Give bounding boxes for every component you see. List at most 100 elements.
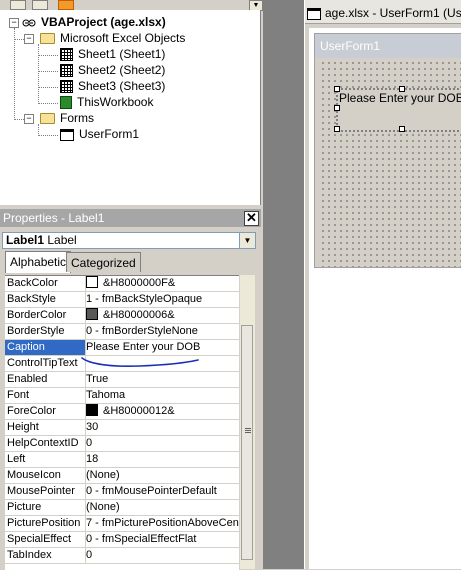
property-value-text: 0 - fmBorderStyleNone bbox=[86, 325, 198, 337]
property-row[interactable]: BackStyle 1 - fmBackStyleOpaque bbox=[5, 292, 239, 308]
property-value[interactable]: (None) bbox=[84, 468, 241, 483]
property-value[interactable]: 0 - fmBorderStyleNone bbox=[84, 324, 241, 339]
object-name: Label1 bbox=[6, 233, 45, 247]
property-value[interactable]: 7 - fmPicturePositionAboveCent bbox=[84, 516, 241, 531]
resize-handle[interactable] bbox=[399, 126, 405, 132]
property-value[interactable]: 0 bbox=[84, 548, 241, 563]
property-value-text: &H8000000F& bbox=[103, 277, 176, 289]
property-value[interactable]: &H80000006& bbox=[84, 308, 241, 323]
property-row[interactable]: Enabled True bbox=[5, 372, 239, 388]
userform-designer-window: age.xlsx - UserForm1 (Use UserForm1 Plea… bbox=[304, 0, 461, 569]
resize-handle[interactable] bbox=[334, 105, 340, 111]
property-name: MouseIcon bbox=[5, 468, 86, 483]
property-value[interactable]: Tahoma bbox=[84, 388, 241, 403]
property-value[interactable]: 30 bbox=[84, 420, 241, 435]
scroll-thumb[interactable] bbox=[241, 325, 253, 560]
collapse-icon[interactable]: − bbox=[24, 114, 34, 124]
worksheet-icon bbox=[60, 64, 73, 78]
collapse-icon[interactable]: − bbox=[24, 34, 34, 44]
color-swatch bbox=[86, 308, 98, 321]
project-explorer-tree: − VBAProject (age.xlsx) − Microsoft Exce… bbox=[0, 10, 261, 205]
property-name: BorderColor bbox=[5, 308, 86, 323]
property-name: Font bbox=[5, 388, 86, 403]
property-value[interactable]: (None) bbox=[84, 500, 241, 515]
resize-handle[interactable] bbox=[399, 86, 405, 92]
tree-item-thisworkbook[interactable]: ThisWorkbook bbox=[60, 94, 155, 110]
property-value-text: Tahoma bbox=[86, 389, 126, 401]
property-name: SpecialEffect bbox=[5, 532, 86, 547]
property-row[interactable]: Picture (None) bbox=[5, 500, 239, 516]
property-value-text: 0 bbox=[86, 437, 93, 449]
property-value-text: 30 bbox=[86, 421, 99, 433]
property-value[interactable]: 0 - fmSpecialEffectFlat bbox=[84, 532, 241, 547]
property-row[interactable]: BorderStyle 0 - fmBorderStyleNone bbox=[5, 324, 239, 340]
property-name: ControlTipText bbox=[5, 356, 86, 371]
toggle-folders-button[interactable] bbox=[58, 0, 74, 10]
property-value-text: 0 - fmSpecialEffectFlat bbox=[86, 533, 197, 545]
property-row[interactable]: Height 30 bbox=[5, 420, 239, 436]
view-object-button[interactable] bbox=[32, 0, 48, 10]
resize-handle[interactable] bbox=[334, 86, 340, 92]
property-name: BackStyle bbox=[5, 292, 86, 307]
property-row[interactable]: MousePointer 0 - fmMousePointerDefault bbox=[5, 484, 239, 500]
tree-item-sheet2[interactable]: Sheet2 (Sheet2) bbox=[60, 62, 167, 78]
worksheet-icon bbox=[60, 48, 73, 62]
property-row[interactable]: ForeColor &H80000012& bbox=[5, 404, 239, 420]
userform-icon bbox=[60, 128, 74, 141]
collapse-icon[interactable]: − bbox=[9, 18, 19, 28]
chevron-down-icon[interactable]: ▼ bbox=[239, 233, 255, 248]
property-grid-scrollbar[interactable] bbox=[239, 275, 255, 569]
handwritten-underline bbox=[81, 357, 199, 367]
folder-icon bbox=[40, 113, 55, 125]
color-swatch bbox=[86, 276, 98, 289]
property-value-text: 7 - fmPicturePositionAboveCent bbox=[86, 517, 241, 529]
view-code-button[interactable] bbox=[10, 0, 26, 10]
designer-title-bar[interactable]: age.xlsx - UserForm1 (Use bbox=[305, 0, 461, 24]
resize-handle[interactable] bbox=[334, 126, 340, 132]
vba-project-icon bbox=[22, 17, 36, 29]
property-value[interactable]: True bbox=[84, 372, 241, 387]
project-toolbar: ▼ bbox=[0, 0, 263, 11]
tree-item-sheet1[interactable]: Sheet1 (Sheet1) bbox=[60, 46, 167, 62]
property-row[interactable]: PicturePosition 7 - fmPicturePositionAbov… bbox=[5, 516, 241, 532]
property-value[interactable]: 0 - fmMousePointerDefault bbox=[84, 484, 241, 499]
property-row[interactable]: Font Tahoma bbox=[5, 388, 239, 404]
close-icon[interactable]: ✕ bbox=[244, 211, 259, 226]
property-value[interactable]: 0 bbox=[84, 436, 241, 451]
property-row[interactable]: Left 18 bbox=[5, 452, 239, 468]
properties-title-bar: Properties - Label1 ✕ bbox=[0, 209, 261, 227]
property-value-text: True bbox=[86, 373, 109, 385]
property-name: MousePointer bbox=[5, 484, 86, 499]
tab-alphabetic[interactable]: Alphabetic bbox=[5, 251, 72, 273]
property-row[interactable]: BorderColor &H80000006& bbox=[5, 308, 239, 324]
property-value[interactable]: &H8000000F& bbox=[84, 276, 241, 291]
property-row[interactable]: BackColor &H8000000F& bbox=[5, 276, 239, 292]
property-value[interactable]: 1 - fmBackStyleOpaque bbox=[84, 292, 241, 307]
tab-categorized[interactable]: Categorized bbox=[66, 252, 141, 272]
property-value-text: 18 bbox=[86, 453, 99, 465]
object-select[interactable]: Label1 Label ▼ bbox=[2, 232, 256, 249]
tree-item-project-root[interactable]: VBAProject (age.xlsx) bbox=[22, 14, 168, 30]
property-value[interactable]: 18 bbox=[84, 452, 241, 467]
property-value[interactable]: Please Enter your DOB bbox=[84, 340, 241, 355]
tree-item-excel-objects[interactable]: Microsoft Excel Objects bbox=[40, 30, 187, 46]
userform-icon bbox=[307, 7, 321, 20]
property-row[interactable]: MouseIcon (None) bbox=[5, 468, 239, 484]
userform[interactable]: UserForm1 bbox=[314, 33, 461, 268]
property-value-text: (None) bbox=[86, 469, 120, 481]
property-row[interactable]: HelpContextID 0 bbox=[5, 436, 239, 452]
property-value-text: 0 - fmMousePointerDefault bbox=[86, 485, 217, 497]
property-value-text: Please Enter your DOB bbox=[86, 341, 201, 353]
label1-control[interactable]: Please Enter your DOB bbox=[331, 84, 461, 134]
property-value[interactable]: &H80000012& bbox=[84, 404, 241, 419]
property-row[interactable]: TabIndex 0 bbox=[5, 548, 239, 564]
designer-canvas: UserForm1 Please Enter your DOB bbox=[309, 28, 461, 569]
tree-item-sheet3[interactable]: Sheet3 (Sheet3) bbox=[60, 78, 167, 94]
property-name: TabIndex bbox=[5, 548, 86, 563]
property-name: Caption bbox=[5, 340, 86, 355]
property-row[interactable]: SpecialEffect 0 - fmSpecialEffectFlat bbox=[5, 532, 239, 548]
tree-item-userform1[interactable]: UserForm1 bbox=[60, 126, 141, 142]
tree-item-forms[interactable]: Forms bbox=[40, 110, 96, 126]
workbook-icon bbox=[60, 96, 72, 110]
designer-window-title: age.xlsx - UserForm1 (Use bbox=[325, 6, 461, 20]
